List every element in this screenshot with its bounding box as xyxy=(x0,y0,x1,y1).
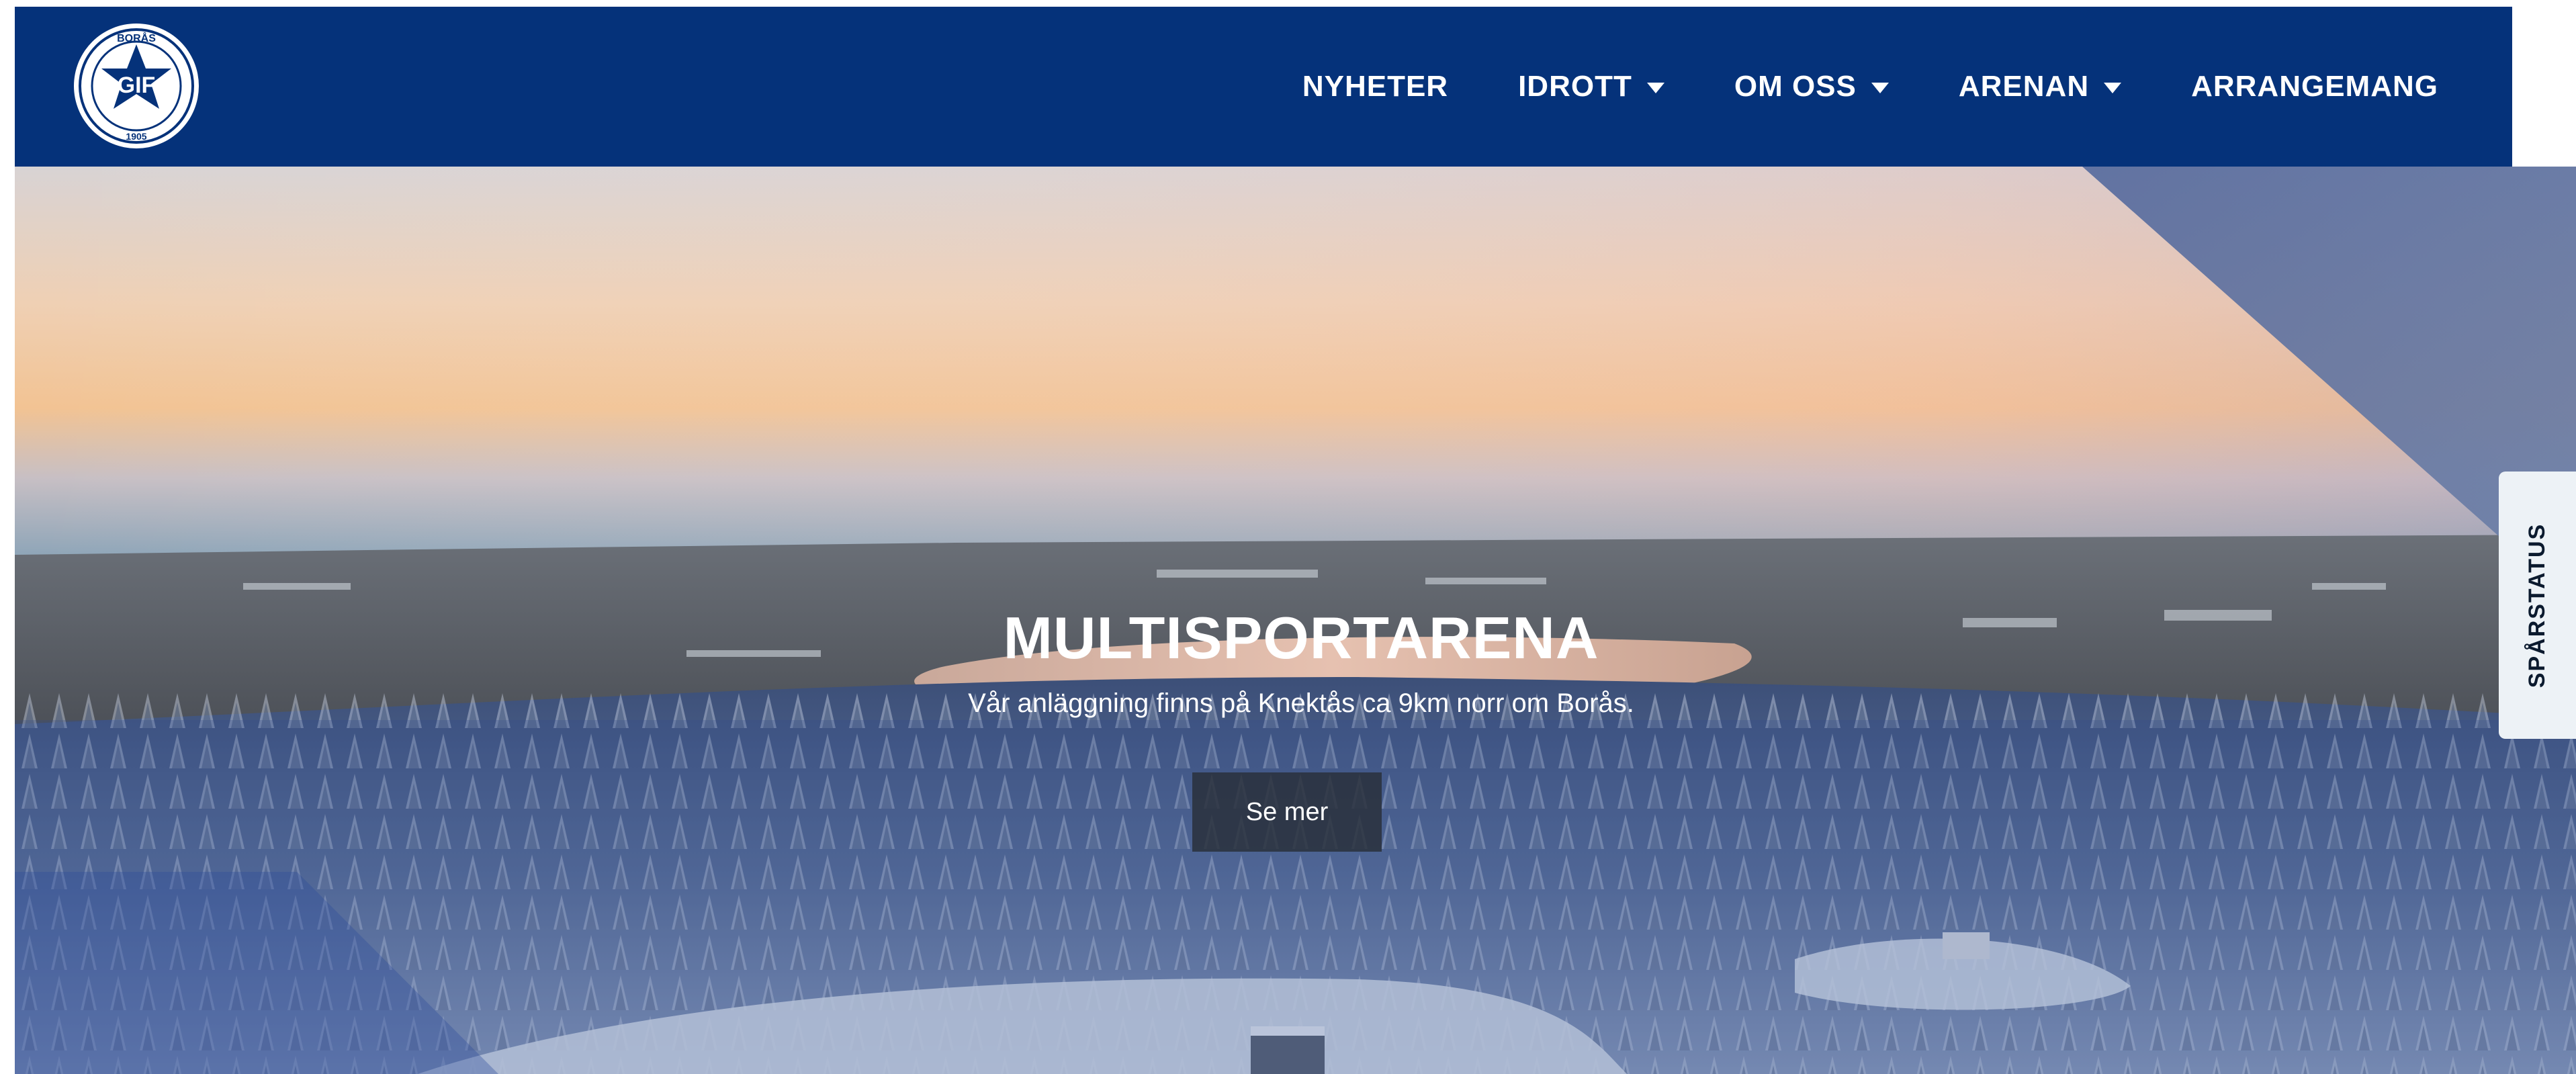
logo-ring-top: BORÅS xyxy=(117,32,156,44)
page: MULTISPORTARENA Vår anläggning finns på … xyxy=(0,0,2576,1074)
caret-down-icon xyxy=(2104,83,2122,93)
trail-status-label: SPÅRSTATUS xyxy=(2524,523,2550,688)
nav-item-arrangemang[interactable]: ARRANGEMANG xyxy=(2191,70,2438,103)
main-nav: NYHETER IDROTT OM OSS ARENAN ARRANGEMANG xyxy=(1302,7,2438,167)
nav-item-arenan[interactable]: ARENAN xyxy=(1958,70,2122,103)
hero-title: MULTISPORTARENA xyxy=(1003,605,1599,671)
nav-label: NYHETER xyxy=(1302,70,1449,103)
caret-down-icon xyxy=(1646,83,1664,93)
logo-text: GIF xyxy=(118,73,156,98)
boras-gif-logo-icon: GIF BORÅS 1905 xyxy=(74,24,199,148)
logo-link[interactable]: GIF BORÅS 1905 xyxy=(72,21,201,150)
site-header: GIF BORÅS 1905 NYHETER IDROTT OM OSS ARE… xyxy=(15,7,2512,167)
nav-item-nyheter[interactable]: NYHETER xyxy=(1302,70,1448,103)
nav-label: ARRANGEMANG xyxy=(2191,70,2438,103)
hero-banner: MULTISPORTARENA Vår anläggning finns på … xyxy=(15,167,2576,1074)
nav-label: IDROTT xyxy=(1518,70,1632,103)
logo-ring-bottom: 1905 xyxy=(126,131,146,142)
nav-item-idrott[interactable]: IDROTT xyxy=(1518,70,1664,103)
hero-subtitle: Vår anläggning finns på Knektås ca 9km n… xyxy=(968,688,1634,718)
hero-text-block: MULTISPORTARENA Vår anläggning finns på … xyxy=(15,605,2576,720)
see-more-button[interactable]: Se mer xyxy=(1192,772,1382,852)
caret-down-icon xyxy=(1871,83,1889,93)
nav-item-om-oss[interactable]: OM OSS xyxy=(1734,70,1889,103)
nav-label: OM OSS xyxy=(1734,70,1857,103)
trail-status-tab[interactable]: SPÅRSTATUS xyxy=(2499,472,2576,739)
nav-label: ARENAN xyxy=(1958,70,2090,103)
